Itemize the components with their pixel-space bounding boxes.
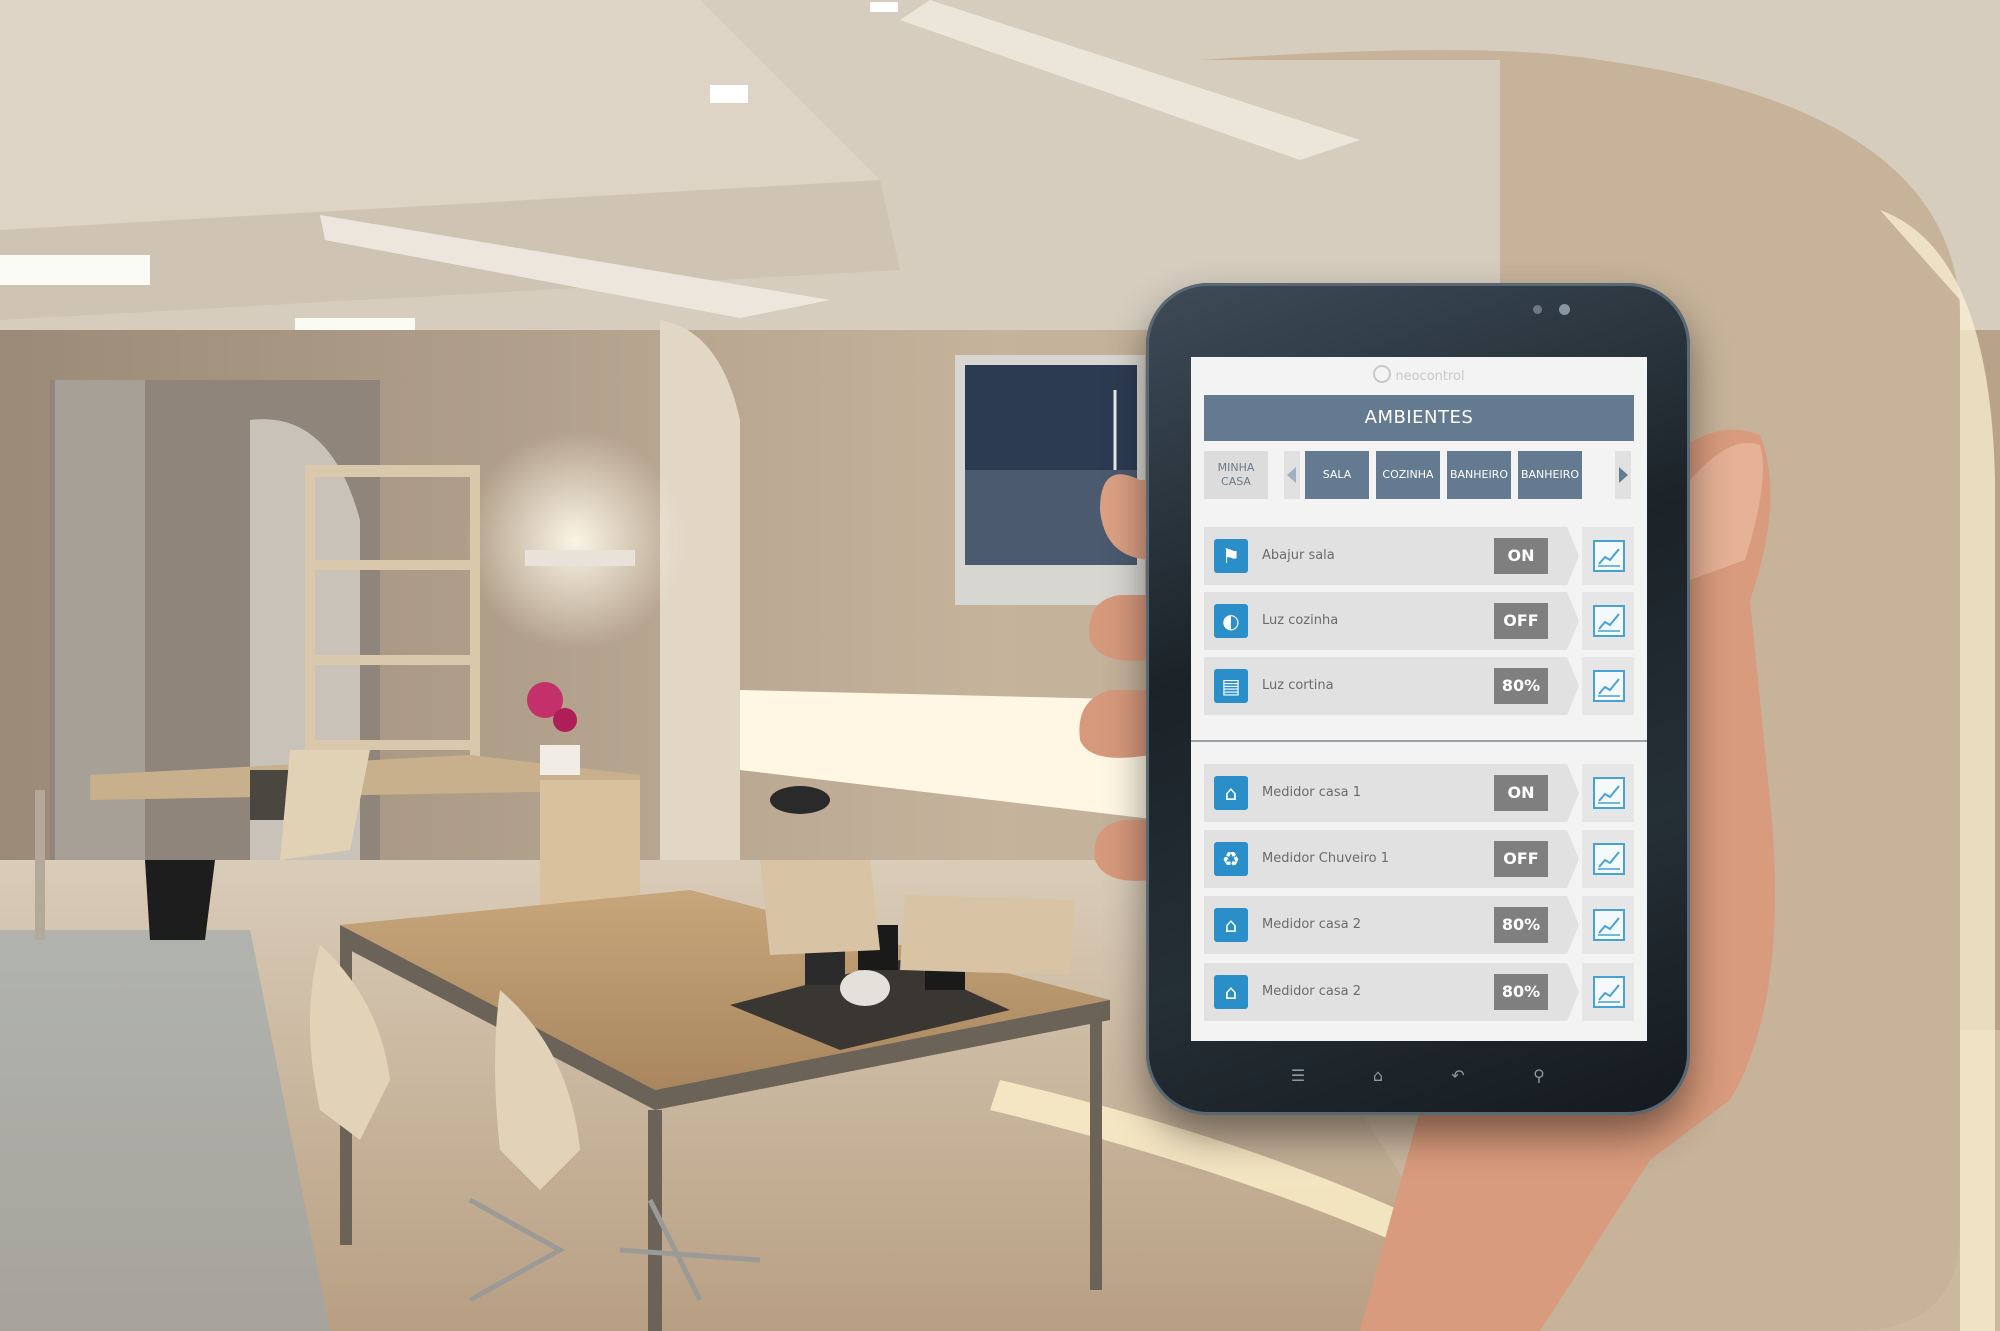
app-screen: neocontrol AMBIENTES MINHA CASA SALA COZ… — [1191, 357, 1647, 1041]
office-room-photo — [0, 0, 2000, 1331]
chart-icon[interactable] — [1593, 976, 1625, 1008]
section-divider — [1191, 740, 1647, 742]
row-arrow — [1567, 830, 1579, 888]
chevron-right-icon — [1619, 467, 1628, 483]
house-icon: ⌂ — [1214, 776, 1248, 810]
camera-lens — [1533, 305, 1542, 314]
chart-icon[interactable] — [1593, 843, 1625, 875]
lamp-icon: ⚑ — [1214, 539, 1248, 573]
row-arrow — [1567, 657, 1579, 715]
device-row[interactable]: ▤ Luz cortina 80% — [1204, 657, 1634, 715]
meter-status-toggle[interactable]: OFF — [1494, 841, 1548, 877]
row-arrow — [1567, 764, 1579, 822]
meter-status-toggle[interactable]: 80% — [1494, 974, 1548, 1010]
row-chart-area — [1582, 592, 1634, 650]
brand-logo: neocontrol — [1191, 365, 1647, 385]
row-chart-area — [1582, 896, 1634, 954]
row-arrow — [1567, 527, 1579, 585]
meter-row[interactable]: ⌂ Medidor casa 2 80% — [1204, 963, 1634, 1021]
meter-row[interactable]: ⌂ Medidor casa 1 ON — [1204, 764, 1634, 822]
row-arrow — [1567, 592, 1579, 650]
tab-cozinha[interactable]: COZINHA — [1376, 451, 1440, 499]
row-arrow — [1567, 963, 1579, 1021]
meter-name: Medidor Chuveiro 1 — [1262, 851, 1390, 866]
meter-name: Medidor casa 1 — [1262, 785, 1362, 800]
row-chart-area — [1582, 963, 1634, 1021]
device-status-toggle[interactable]: 80% — [1494, 668, 1548, 704]
search-icon[interactable]: ⚲ — [1527, 1066, 1551, 1086]
device-name: Luz cortina — [1262, 678, 1334, 693]
device-name: Luz cozinha — [1262, 613, 1339, 628]
chart-icon[interactable] — [1593, 670, 1625, 702]
tab-banheiro-2[interactable]: BANHEIRO — [1518, 451, 1582, 499]
row-chart-area — [1582, 764, 1634, 822]
meter-row[interactable]: ⌂ Medidor casa 2 80% — [1204, 896, 1634, 954]
row-chart-area — [1582, 527, 1634, 585]
tab-minha-casa[interactable]: MINHA CASA — [1204, 451, 1268, 499]
brand-name: neocontrol — [1395, 369, 1465, 384]
neocontrol-logo-icon — [1373, 365, 1392, 383]
meter-row[interactable]: ♻ Medidor Chuveiro 1 OFF — [1204, 830, 1634, 888]
device-row[interactable]: ⚑ Abajur sala ON — [1204, 527, 1634, 585]
chart-icon[interactable] — [1593, 605, 1625, 637]
chart-icon[interactable] — [1593, 777, 1625, 809]
chart-icon[interactable] — [1593, 909, 1625, 941]
tab-minha-casa-label: MINHA CASA — [1217, 461, 1255, 488]
row-chart-area — [1582, 830, 1634, 888]
meter-status-toggle[interactable]: ON — [1494, 775, 1548, 811]
tabs-prev-button[interactable] — [1284, 451, 1300, 499]
ceiling-light-icon: ◐ — [1214, 604, 1248, 638]
house-icon: ⌂ — [1214, 975, 1248, 1009]
device-status-toggle[interactable]: ON — [1494, 538, 1548, 574]
row-chart-area — [1582, 657, 1634, 715]
home-icon[interactable]: ⌂ — [1366, 1066, 1390, 1086]
tab-banheiro[interactable]: BANHEIRO — [1447, 451, 1511, 499]
back-icon[interactable]: ↶ — [1446, 1066, 1470, 1086]
device-status-toggle[interactable]: OFF — [1494, 603, 1548, 639]
meter-name: Medidor casa 2 — [1262, 917, 1362, 932]
row-arrow — [1567, 896, 1579, 954]
tab-sala[interactable]: SALA — [1305, 451, 1369, 499]
house-icon: ⌂ — [1214, 908, 1248, 942]
page-title: AMBIENTES — [1204, 395, 1634, 441]
chevron-left-icon — [1287, 467, 1296, 483]
tabs-next-button[interactable] — [1615, 451, 1631, 499]
sensor-dot — [1559, 304, 1570, 315]
meter-name: Medidor casa 2 — [1262, 984, 1362, 999]
meter-status-toggle[interactable]: 80% — [1494, 907, 1548, 943]
menu-icon[interactable]: ☰ — [1286, 1066, 1310, 1086]
device-row[interactable]: ◐ Luz cozinha OFF — [1204, 592, 1634, 650]
device-name: Abajur sala — [1262, 548, 1335, 563]
bathtub-icon: ♻ — [1214, 842, 1248, 876]
room-tabs: MINHA CASA SALA COZINHA BANHEIRO BANHEIR… — [1204, 451, 1634, 499]
curtain-icon: ▤ — [1214, 669, 1248, 703]
chart-icon[interactable] — [1593, 540, 1625, 572]
